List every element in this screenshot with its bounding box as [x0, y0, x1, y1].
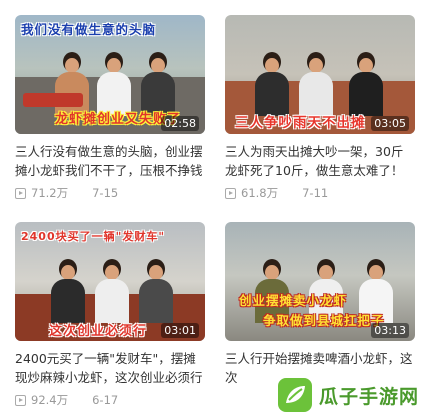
thumbnail-caption-bottom: 这次创业必须行 — [49, 324, 148, 339]
thumbnail-caption-bottom: 三人争吵雨天不出摊 — [235, 115, 366, 131]
thumbnail-caption-line-1: 创业摆摊卖小龙虾 — [239, 293, 348, 308]
video-meta: 71.2万 7-15 — [15, 185, 205, 201]
video-duration: 02:58 — [161, 116, 199, 131]
play-count-icon — [225, 187, 236, 199]
publish-date: 7-15 — [92, 186, 119, 200]
play-count-icon — [15, 187, 26, 199]
view-count: 71.2万 — [31, 186, 69, 200]
site-watermark: 瓜子手游网 — [277, 376, 419, 414]
thumbnail-person — [51, 259, 85, 323]
thumbnail-person — [139, 259, 173, 323]
video-card[interactable]: 我们没有做生意的头脑 龙虾摊创业又失败了 02:58 三人行没有做生意的头脑，创… — [15, 15, 205, 201]
video-meta: 92.4万 6-17 — [15, 392, 205, 408]
publish-date: 7-11 — [302, 186, 329, 200]
view-count: 92.4万 — [31, 393, 69, 407]
thumbnail-person — [299, 52, 333, 116]
thumbnail-person — [255, 52, 289, 116]
video-grid: 我们没有做生意的头脑 龙虾摊创业又失败了 02:58 三人行没有做生意的头脑，创… — [0, 0, 429, 420]
watermark-text: 瓜子手游网 — [318, 385, 419, 408]
thumbnail-person — [141, 52, 175, 116]
thumbnail-person — [97, 52, 131, 116]
video-card[interactable]: 创业摆摊卖小龙虾 争取做到县城扛把子 03:13 三人行开始摆摊卖啤酒小龙虾，这… — [225, 222, 415, 387]
video-thumbnail[interactable]: 创业摆摊卖小龙虾 争取做到县城扛把子 03:13 — [225, 222, 415, 341]
video-title[interactable]: 三人行没有做生意的头脑，创业摆摊小龙虾我们不干了，压根不挣钱 — [15, 142, 205, 180]
video-card[interactable]: 2400块买了一辆"发财车" 这次创业必须行 03:01 2400元买了一辆"发… — [15, 222, 205, 408]
thumbnail-caption-top: 我们没有做生意的头脑 — [21, 22, 157, 37]
video-card[interactable]: 三人争吵雨天不出摊 03:05 三人为雨天出摊大吵一架，30斤龙虾死了10斤，做… — [225, 15, 415, 201]
view-count: 61.8万 — [241, 186, 279, 200]
thumbnail-person — [95, 259, 129, 323]
video-thumbnail[interactable]: 2400块买了一辆"发财车" 这次创业必须行 03:01 — [15, 222, 205, 341]
video-duration: 03:13 — [371, 323, 409, 338]
video-title[interactable]: 2400元买了一辆"发财车"，摆摊现炒麻辣小龙虾，这次创业必须行 — [15, 349, 205, 387]
thumbnail-person — [349, 52, 383, 116]
video-duration: 03:05 — [371, 116, 409, 131]
play-count-icon — [15, 394, 26, 406]
thumbnail-caption-top: 2400块买了一辆"发财车" — [21, 230, 166, 243]
publish-date: 6-17 — [92, 393, 119, 407]
melon-seed-logo-icon — [277, 378, 312, 412]
video-duration: 03:01 — [161, 323, 199, 338]
thumbnail-crayfish-tray — [23, 93, 83, 107]
video-title[interactable]: 三人为雨天出摊大吵一架，30斤龙虾死了10斤，做生意太难了！ — [225, 142, 415, 180]
video-thumbnail[interactable]: 三人争吵雨天不出摊 03:05 — [225, 15, 415, 134]
video-meta: 61.8万 7-11 — [225, 185, 415, 201]
video-thumbnail[interactable]: 我们没有做生意的头脑 龙虾摊创业又失败了 02:58 — [15, 15, 205, 134]
thumbnail-caption-line-2: 争取做到县城扛把子 — [263, 313, 385, 328]
